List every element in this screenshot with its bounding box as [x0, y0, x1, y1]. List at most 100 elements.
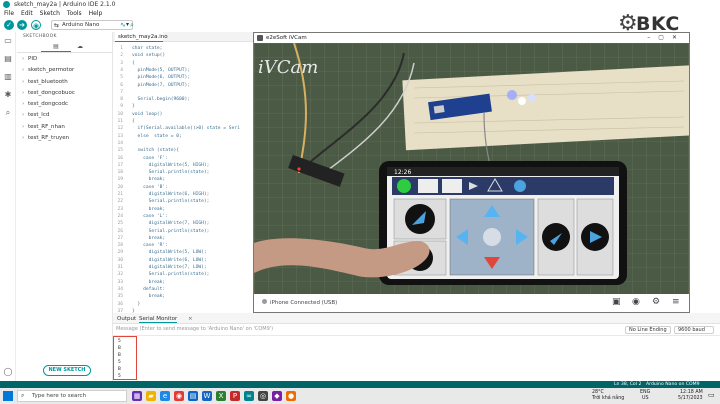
input-region: US: [642, 396, 649, 401]
menu-tools[interactable]: Tools: [67, 9, 82, 18]
task-view-icon[interactable]: ▦: [132, 391, 142, 401]
line-ending-select[interactable]: No Line Ending: [625, 326, 671, 334]
ivcam-taskbar-icon[interactable]: ◎: [258, 391, 268, 401]
edge-icon[interactable]: e: [160, 391, 170, 401]
chrome-icon[interactable]: ◉: [174, 391, 184, 401]
ivcam-title-bar: e2eSoft iVCam –▢✕: [254, 33, 689, 43]
debug-icon[interactable]: ✱: [3, 90, 13, 100]
sketch-item[interactable]: › test_RF_truyen: [17, 133, 113, 144]
sketch-item[interactable]: › test_dongcobuoc: [17, 88, 113, 99]
code-text: digitalWrite(7, LOW);: [132, 265, 207, 270]
sketch-item[interactable]: › test_lcd: [17, 110, 113, 121]
code-text: Serial.println(state);: [132, 228, 210, 234]
code-text: digitalWrite(7, HIGH);: [132, 221, 210, 227]
menu-file[interactable]: File: [4, 9, 14, 18]
powerpoint-icon[interactable]: P: [230, 391, 240, 401]
serial-output-area[interactable]: 5 B B 5 B 5: [113, 336, 720, 381]
menu-sketch[interactable]: Sketch: [40, 9, 60, 18]
serial-line: B: [118, 367, 121, 372]
code-text: case 'L':: [132, 213, 168, 219]
window-controls[interactable]: –▢✕: [647, 33, 685, 43]
menu-help[interactable]: Help: [89, 9, 103, 18]
new-sketch-button[interactable]: NEW SKETCH: [43, 365, 91, 376]
serial-line: 5: [118, 360, 121, 365]
sketch-item[interactable]: › sketch_permotor: [17, 65, 113, 76]
windows-taskbar: ⌕ Type here to search ▦ ▰ e ◉ ▤ W X P ∞ …: [0, 388, 720, 404]
code-text: digitalWrite(6, LOW);: [132, 257, 207, 263]
code-text: void setup(): [132, 53, 166, 59]
verify-button[interactable]: ✓: [4, 20, 14, 30]
camera-icon[interactable]: ▣: [612, 297, 621, 307]
file-explorer-icon[interactable]: ▰: [146, 391, 156, 401]
settings-gear-icon[interactable]: ⚙: [652, 297, 660, 307]
serial-line: B: [118, 353, 121, 358]
activity-bar: ▭ ▤ ▥ ✱ ⌕ ◯: [0, 32, 16, 381]
menu-bar: File Edit Sketch Tools Help: [0, 9, 720, 18]
menu-icon[interactable]: ≡: [672, 297, 680, 307]
debug-button[interactable]: ◉: [31, 20, 41, 30]
upload-button[interactable]: ➜: [17, 20, 27, 30]
cursor-position: Ln 38, Col 2: [614, 382, 642, 387]
record-icon[interactable]: ◉: [632, 297, 640, 307]
phone-time: 12:26: [394, 169, 411, 176]
notification-icon[interactable]: ▭: [708, 392, 715, 399]
serial-line: 5: [118, 339, 121, 344]
taskbar-search[interactable]: ⌕ Type here to search: [17, 390, 127, 402]
code-text: pinMode(6, OUTPUT);: [132, 75, 191, 81]
code-text: digitalWrite(6, HIGH);: [132, 192, 210, 197]
account-icon[interactable]: ◯: [3, 367, 13, 377]
sketch-item[interactable]: › test_bluetooth: [17, 77, 113, 88]
sketchbook-tabs: ▤ ☁: [17, 42, 113, 53]
tab-output[interactable]: Output: [117, 315, 136, 323]
menu-edit[interactable]: Edit: [21, 9, 33, 18]
code-text: void loop(): [132, 111, 163, 117]
ivcam-app-icon: [257, 35, 263, 41]
code-text: {: [132, 119, 135, 124]
code-text: break;: [132, 177, 166, 183]
arduino-app-icon: [3, 1, 10, 8]
clock-date: 5/17/2023: [678, 396, 703, 401]
serial-input-row: Message (Enter to send message to 'Ardui…: [113, 324, 720, 336]
cloud-sketchbook-tab[interactable]: ☁: [65, 43, 95, 52]
status-bar: Ln 38, Col 2 Arduino Nano on COM9: [0, 381, 720, 388]
sketch-item[interactable]: › test_RF_nhan: [17, 122, 113, 133]
code-text: char state;: [132, 46, 163, 51]
sketch-item[interactable]: › test_dongcodc: [17, 99, 113, 110]
boards-manager-icon[interactable]: ▤: [3, 54, 13, 64]
store-icon[interactable]: ▤: [188, 391, 198, 401]
serial-monitor-icon[interactable]: ⌕: [130, 21, 134, 30]
baud-rate-select[interactable]: 9600 baud: [674, 326, 714, 334]
app-icon[interactable]: ●: [286, 391, 296, 401]
library-icon[interactable]: ▥: [3, 72, 13, 82]
chevron-down-icon: ▾: [125, 21, 129, 28]
board-name: Arduino Nano: [62, 22, 100, 28]
word-icon[interactable]: W: [202, 391, 212, 401]
code-text: case 'F':: [132, 155, 168, 161]
folder-icon[interactable]: ▭: [3, 36, 13, 46]
sketch-item[interactable]: › PID: [17, 54, 113, 65]
app-icon[interactable]: ◆: [272, 391, 282, 401]
serial-plotter-icon[interactable]: ∿: [120, 21, 126, 29]
code-text: default:: [132, 286, 166, 292]
code-text: Serial.println(state);: [132, 199, 210, 205]
excel-icon[interactable]: X: [216, 391, 226, 401]
editor-tab-sketch[interactable]: sketch_may2a.ino: [115, 32, 168, 42]
code-editor[interactable]: 1 char state; 2 void setup() 3{4 pinMode(5, …: [113, 43, 253, 314]
code-text: {: [132, 60, 135, 66]
code-text: pinMode(5, OUTPUT);: [132, 67, 191, 73]
code-text: case 'R':: [132, 243, 168, 249]
code-text: Serial.println(state);: [132, 272, 210, 278]
close-icon[interactable]: ×: [188, 315, 193, 323]
connection-status: iPhone Connected (USB): [262, 299, 337, 306]
code-text: case 'B':: [132, 184, 168, 190]
code-text: break;: [132, 279, 166, 285]
search-icon[interactable]: ⌕: [3, 108, 13, 118]
sketchbook-title: SKETCHBOOK: [23, 34, 57, 39]
windows-start-button[interactable]: [3, 391, 13, 401]
arduino-taskbar-icon[interactable]: ∞: [244, 391, 254, 401]
usb-icon: ⇆: [54, 22, 60, 29]
serial-message-input[interactable]: Message (Enter to send message to 'Ardui…: [116, 326, 273, 332]
editor-tab-bar: sketch_may2a.ino: [113, 32, 253, 42]
tab-serial-monitor[interactable]: Serial Monitor: [139, 315, 178, 323]
window-title: sketch_may2a | Arduino IDE 2.1.0: [14, 1, 116, 8]
